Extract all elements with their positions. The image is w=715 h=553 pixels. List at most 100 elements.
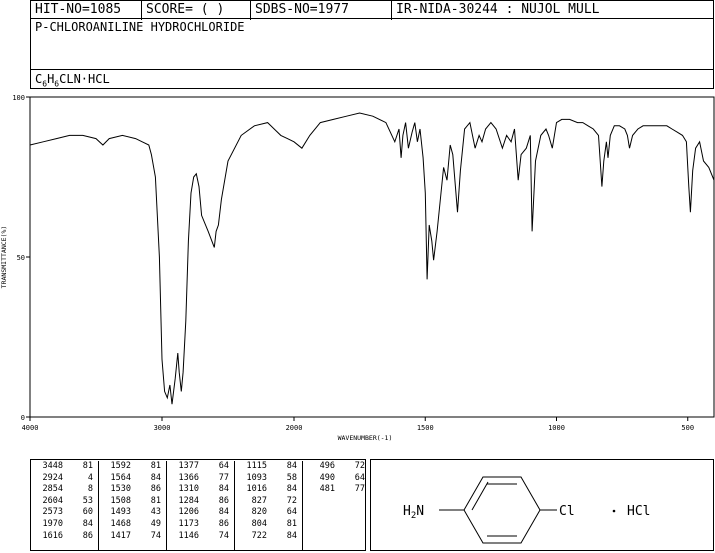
- peak-transmittance: 81: [82, 461, 93, 471]
- peak-row: 1093 58: [235, 473, 302, 485]
- peak-row: 1016 84: [235, 484, 302, 496]
- peak-row: 1616 86: [31, 531, 98, 543]
- peak-row: 1146 74: [167, 531, 234, 543]
- peak-wavenumber: 722: [251, 530, 267, 541]
- peak-wavenumber: 1093: [246, 472, 267, 483]
- peak-row: 1970 84: [31, 519, 98, 531]
- peak-wavenumber: 1284: [178, 495, 199, 506]
- peak-column: 496 72 490 64 481 77: [303, 461, 365, 550]
- peak-row: 2604 53: [31, 496, 98, 508]
- structure-box: H2N Cl HCl: [370, 459, 714, 551]
- y-tick-label: 0: [21, 414, 25, 422]
- peak-transmittance: 43: [150, 507, 161, 518]
- peak-wavenumber: 496: [319, 461, 335, 471]
- spectrum-line: [29, 112, 715, 405]
- peak-row: 804 81: [235, 519, 302, 531]
- peak-row: 3448 81: [31, 461, 98, 473]
- peak-transmittance: 72: [354, 461, 365, 471]
- peak-transmittance: 74: [218, 530, 229, 541]
- peak-wavenumber: 1970: [42, 518, 63, 529]
- peak-row: 1366 77: [167, 473, 234, 485]
- peak-wavenumber: 1377: [178, 461, 199, 471]
- axis-tick-labels: 4000 3000 2000 1500 1000 500 0 50 100: [12, 94, 694, 432]
- salt-label: HCl: [627, 504, 650, 519]
- peak-row: 1284 86: [167, 496, 234, 508]
- peak-row: 1173 86: [167, 519, 234, 531]
- peak-transmittance: 84: [218, 484, 229, 495]
- peak-transmittance: 84: [286, 461, 297, 471]
- peak-wavenumber: 1173: [178, 518, 199, 529]
- x-axis-label: WAVENUMBER(-1): [338, 434, 393, 442]
- peak-transmittance: 86: [150, 484, 161, 495]
- peak-table: 3448 81 2924 4 2854 8 2604 53 2573 60 1970 84 1616 86…: [30, 459, 366, 551]
- peak-wavenumber: 2573: [42, 507, 63, 518]
- peak-transmittance: 84: [286, 530, 297, 541]
- peak-row: 1564 84: [99, 473, 166, 485]
- peak-row: 1468 49: [99, 519, 166, 531]
- y-axis-label: TRANSMITTANCE(%): [0, 226, 8, 289]
- x-tick-label: 500: [681, 424, 694, 432]
- x-tick-label: 4000: [22, 424, 39, 432]
- peak-wavenumber: 827: [251, 495, 267, 506]
- peak-row: 1115 84: [235, 461, 302, 473]
- x-tick-label: 1500: [417, 424, 434, 432]
- peak-wavenumber: 1592: [110, 461, 131, 471]
- peak-row: 1493 43: [99, 507, 166, 519]
- ir-spectrum-chart: 4000 3000 2000 1500 1000 500 0 50 100 WAVENUMBER…: [0, 94, 715, 442]
- peak-row: 722 84: [235, 531, 302, 543]
- peak-wavenumber: 1310: [178, 484, 199, 495]
- peak-transmittance: 86: [218, 495, 229, 506]
- plot-frame: [29, 96, 715, 418]
- peak-row: 1508 81: [99, 496, 166, 508]
- peak-wavenumber: 481: [319, 484, 335, 495]
- x-tick-label: 2000: [286, 424, 303, 432]
- peak-wavenumber: 1146: [178, 530, 199, 541]
- peak-transmittance: 74: [150, 530, 161, 541]
- benzene-ring: [439, 476, 557, 544]
- peak-transmittance: 81: [150, 495, 161, 506]
- axis-ticks: [26, 96, 689, 421]
- peak-transmittance: 81: [286, 518, 297, 529]
- x-tick-label: 3000: [154, 424, 171, 432]
- peak-wavenumber: 490: [319, 472, 335, 483]
- peak-wavenumber: 1206: [178, 507, 199, 518]
- peak-row: 2924 4: [31, 473, 98, 485]
- peak-row: 496 72: [303, 461, 365, 473]
- x-tick-label: 1000: [548, 424, 565, 432]
- ring-outline: [463, 476, 541, 544]
- peak-wavenumber: 1564: [110, 472, 131, 483]
- peak-transmittance: 64: [286, 507, 297, 518]
- peak-row: 2573 60: [31, 507, 98, 519]
- peak-row: 1310 84: [167, 484, 234, 496]
- peak-wavenumber: 1616: [42, 530, 63, 541]
- peak-transmittance: 77: [354, 484, 365, 495]
- amine-label: H2N: [403, 504, 424, 521]
- peak-row: 2854 8: [31, 484, 98, 496]
- peak-row: 1377 64: [167, 461, 234, 473]
- peak-wavenumber: 2924: [42, 472, 63, 483]
- peak-wavenumber: 1016: [246, 484, 267, 495]
- peak-row: 490 64: [303, 473, 365, 485]
- peak-wavenumber: 1115: [246, 461, 267, 471]
- peak-columns: 3448 81 2924 4 2854 8 2604 53 2573 60 1970 84 1616 86…: [31, 461, 365, 550]
- peak-row: 481 77: [303, 484, 365, 496]
- peak-transmittance: 64: [354, 472, 365, 483]
- peak-transmittance: 8: [87, 484, 93, 495]
- peak-column: 1115 84 1093 58 1016 84 827 72 820 64 804 81 722 84: [235, 461, 303, 550]
- peak-row: 1417 74: [99, 531, 166, 543]
- y-tick-label: 50: [17, 254, 25, 262]
- peak-transmittance: 86: [218, 518, 229, 529]
- peak-wavenumber: 820: [251, 507, 267, 518]
- peak-row: 827 72: [235, 496, 302, 508]
- peak-transmittance: 84: [82, 518, 93, 529]
- salt-dot: [612, 509, 616, 513]
- y-tick-label: 100: [12, 94, 25, 102]
- peak-transmittance: 4: [87, 472, 93, 483]
- peak-wavenumber: 1366: [178, 472, 199, 483]
- chlorine-label: Cl: [559, 504, 575, 519]
- peak-wavenumber: 1530: [110, 484, 131, 495]
- peak-wavenumber: 1493: [110, 507, 131, 518]
- peak-wavenumber: 1417: [110, 530, 131, 541]
- peak-column: 3448 81 2924 4 2854 8 2604 53 2573 60 1970 84 1616 86: [31, 461, 99, 550]
- peak-transmittance: 84: [218, 507, 229, 518]
